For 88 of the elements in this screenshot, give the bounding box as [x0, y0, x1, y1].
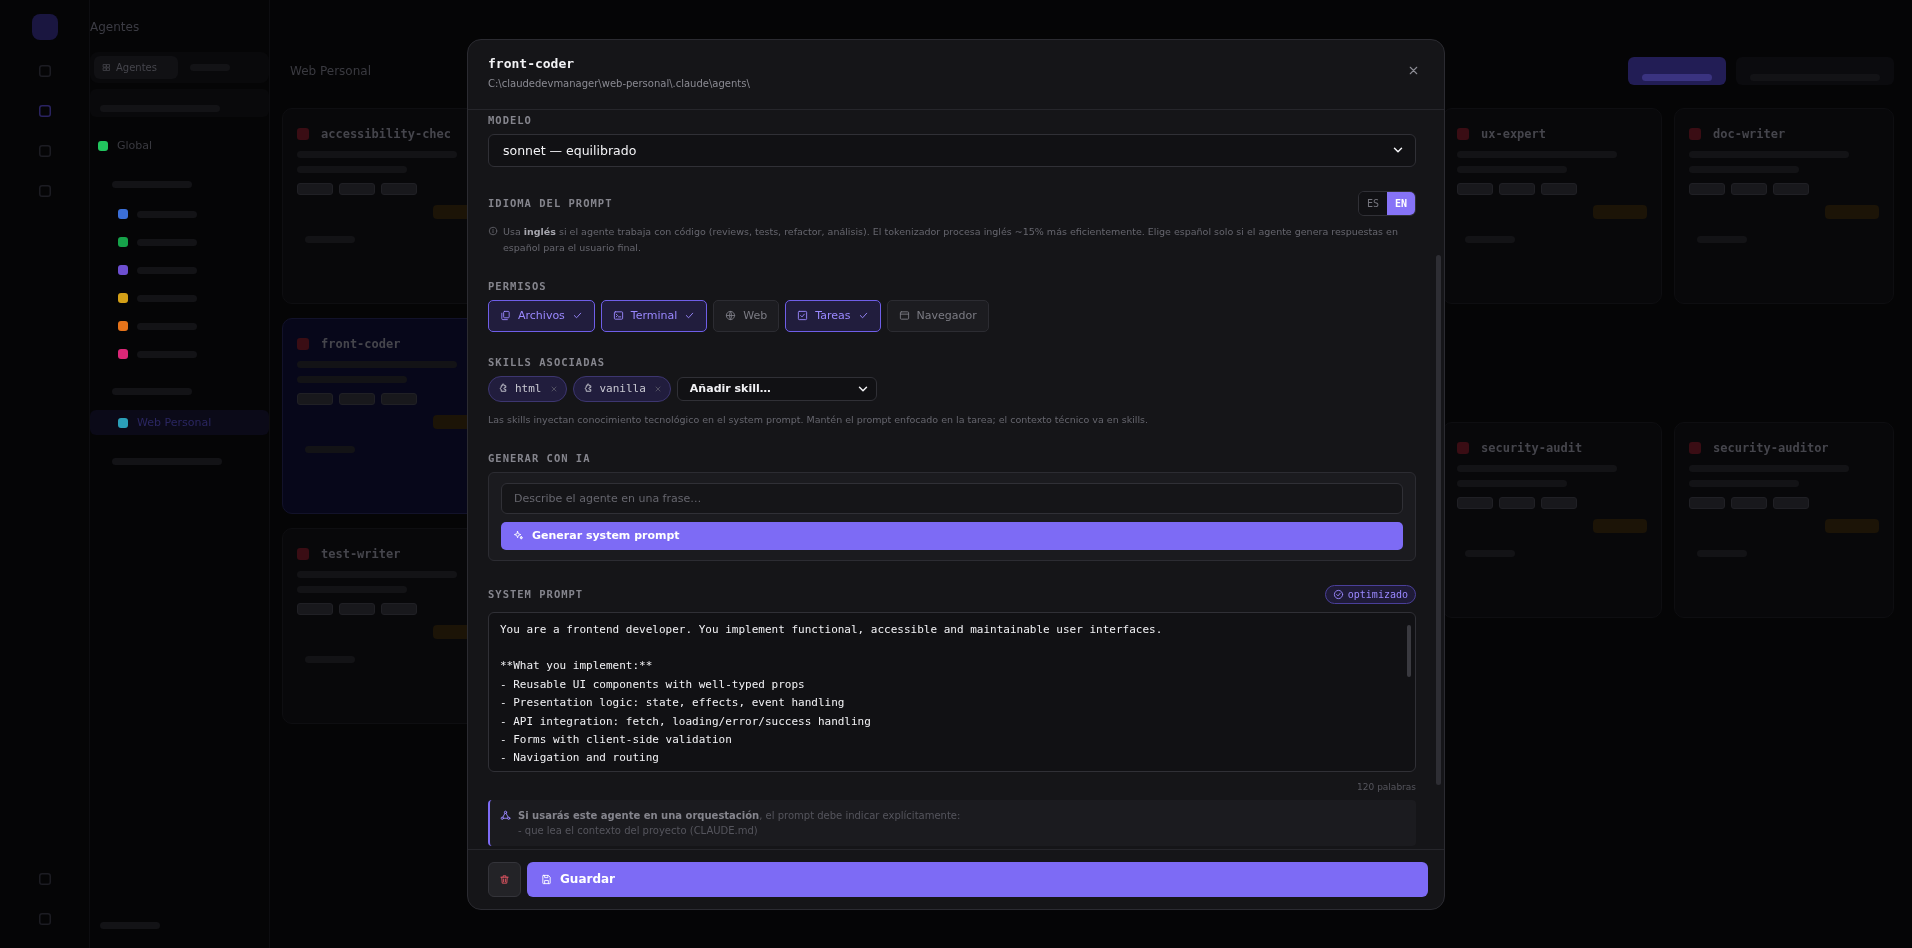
card-title: ux-expert	[1481, 127, 1547, 141]
save-icon	[541, 873, 552, 885]
tag-chip	[1499, 183, 1535, 195]
checkbox-icon	[797, 310, 809, 321]
check-icon	[684, 310, 696, 321]
agent-icon	[1689, 442, 1701, 454]
tag-chip	[339, 183, 375, 195]
hint-text: Usa inglés si el agente trabaja con código (reviews, tests, refactor, análisis). El tokenizador procesa inglés ~15% más eficientemente. Elige español solo si el agente genera respuestas en español para el usuario final.	[503, 224, 1399, 255]
check-icon	[571, 310, 583, 321]
trash-icon	[499, 873, 510, 885]
info-icon	[488, 225, 498, 236]
word-count: 120 palabras	[1356, 781, 1416, 792]
globe-icon	[725, 310, 737, 321]
agent-card[interactable]: ux-expert	[1442, 108, 1662, 304]
card-title: security-auditor	[1713, 441, 1829, 455]
tag-chip	[297, 393, 333, 405]
skill-select[interactable]: Añadir skill…	[676, 376, 877, 401]
card-title: security-audit	[1481, 441, 1583, 455]
tag-chip	[1731, 497, 1767, 509]
model-select[interactable]: sonnet — equilibrado	[488, 133, 1416, 167]
tag-chip	[339, 393, 375, 405]
dialog-title: front-coder	[488, 55, 576, 71]
puzzle-icon	[498, 383, 509, 394]
agent-icon	[1457, 128, 1469, 140]
agent-icon	[1457, 442, 1469, 454]
language-option[interactable]: EN	[1386, 191, 1415, 215]
agent-icon	[1689, 128, 1701, 140]
tag-chip	[1773, 183, 1809, 195]
tag-chip	[1689, 497, 1725, 509]
nodes-icon	[500, 809, 511, 821]
file-path: C:\claudedevmanager\web-personal\.claude\agents\	[488, 77, 750, 89]
app-title: Agentes	[90, 19, 141, 36]
agent-card[interactable]: doc-writer	[1674, 108, 1894, 304]
card-title: test-writer	[321, 547, 401, 561]
tag-chip	[297, 183, 333, 195]
tag-chip	[1457, 497, 1493, 509]
tag-chip	[381, 183, 417, 195]
skill-chip: vanilla	[572, 375, 671, 402]
page-heading: Web Personal	[289, 64, 371, 78]
tag-chip	[1689, 183, 1725, 195]
skill-chip: html	[488, 375, 567, 402]
puzzle-icon	[582, 383, 594, 394]
agent-card[interactable]: security-auditor	[1674, 422, 1894, 618]
permission-toggle[interactable]: Archivos	[488, 299, 595, 332]
blurred-text	[1642, 74, 1712, 81]
card-title: doc-writer	[1713, 127, 1786, 141]
close-icon	[653, 384, 662, 393]
agent-icon	[297, 338, 309, 350]
tag-chip	[1541, 497, 1577, 509]
permission-toggle[interactable]: Terminal	[600, 299, 708, 332]
status-badge: optimizado	[1324, 584, 1416, 604]
tag-chip	[1499, 497, 1535, 509]
app-logo-icon	[31, 14, 58, 40]
permission-toggle[interactable]: Navegador	[886, 299, 989, 332]
tag-chip	[297, 603, 333, 615]
sidebar-tab[interactable]: Agentes	[94, 56, 178, 79]
check-circle-icon	[1332, 588, 1344, 600]
card-title: accessibility-chec	[321, 127, 452, 141]
agent-card[interactable]: security-audit	[1442, 422, 1662, 618]
sparkle-icon	[513, 530, 524, 541]
generate-button[interactable]: Generar system prompt	[501, 521, 1403, 550]
tag-chip	[1731, 183, 1767, 195]
card-title: front-coder	[321, 337, 401, 351]
tag-chip	[1773, 497, 1809, 509]
scrollbar[interactable]	[1436, 254, 1441, 785]
tag-chip	[1457, 183, 1493, 195]
agent-icon	[297, 548, 309, 560]
tag-chip	[381, 603, 417, 615]
system-prompt-field[interactable]: You are a frontend developer. You implement functional, accessible and maintainable user interfaces. **What you implement:** - Reusable UI components with well-typed props - Presentation logic: state, effects, event handling - API integration: fetch, loading/error/success handling - Forms with client-side validation - Navigation and routing	[488, 611, 1416, 772]
language-option[interactable]: ES	[1358, 191, 1387, 215]
description-field[interactable]: Describe el agente en una frase…	[501, 482, 1403, 514]
permission-toggle[interactable]: Web	[713, 299, 780, 332]
permission-toggle[interactable]: Tareas	[785, 299, 881, 332]
tag-chip	[339, 603, 375, 615]
files-icon	[500, 310, 511, 321]
primary-button[interactable]	[1628, 57, 1726, 85]
tag-chip	[381, 393, 417, 405]
close-icon	[549, 384, 558, 393]
agent-icon	[297, 128, 309, 140]
scrollbar[interactable]	[1407, 624, 1411, 677]
tag-chip	[1541, 183, 1577, 195]
grid-icon	[102, 63, 111, 72]
delete-button[interactable]	[488, 861, 521, 897]
terminal-icon	[612, 310, 624, 321]
window-icon	[898, 310, 910, 321]
check-icon	[857, 310, 869, 321]
callout-text: Si usarás este agente en una orquestación, el prompt debe indicar explícitamente:	[518, 808, 961, 823]
save-button[interactable]: Guardar	[527, 861, 1428, 897]
